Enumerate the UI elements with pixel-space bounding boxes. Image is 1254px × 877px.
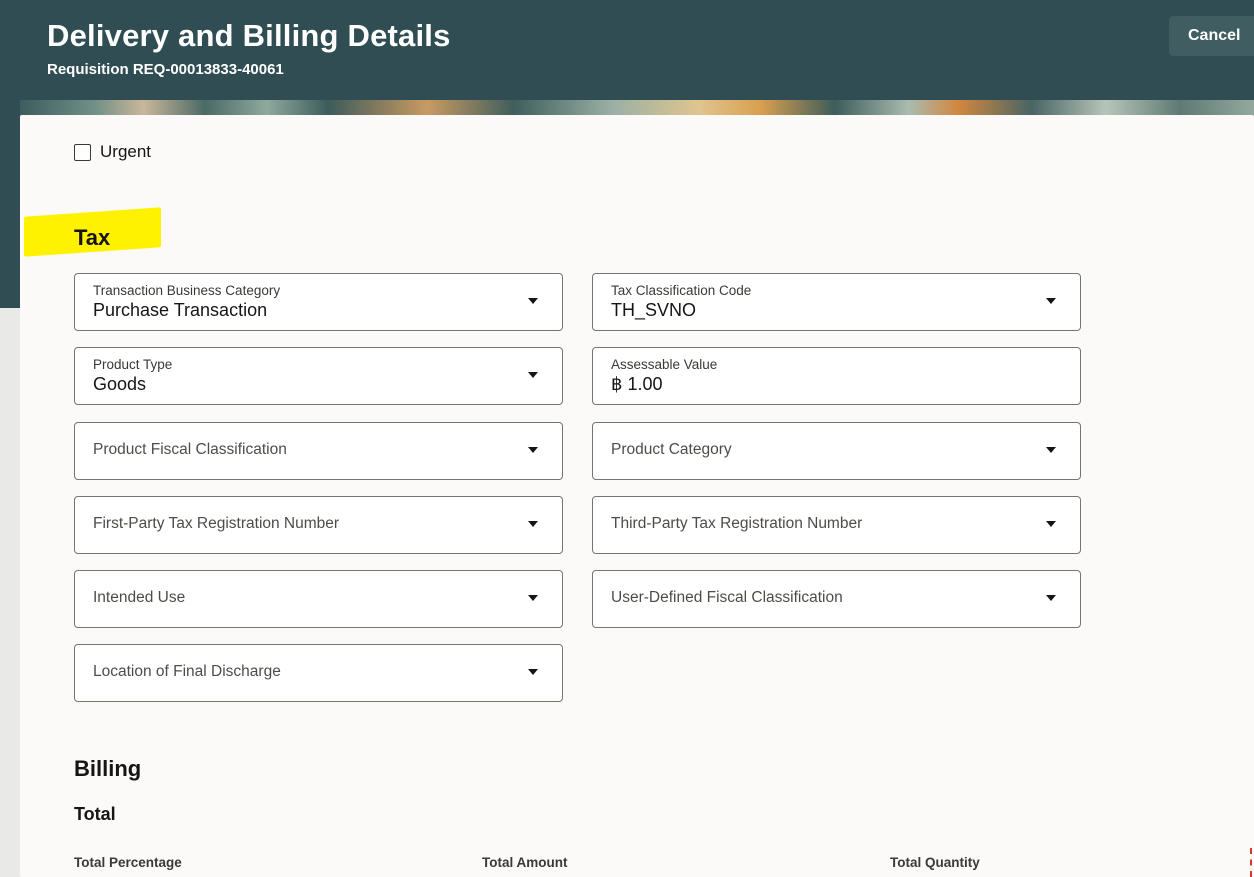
assessable-value-input[interactable]: Assessable Value ฿ 1.00	[592, 347, 1081, 405]
tax-section-title: Tax	[74, 225, 111, 250]
field-label: Location of Final Discharge	[93, 663, 281, 680]
chevron-down-icon[interactable]	[1046, 521, 1056, 527]
page-title: Delivery and Billing Details	[47, 18, 451, 53]
product-category-select[interactable]: Product Category	[592, 422, 1081, 480]
urgent-checkbox-row[interactable]: Urgent	[74, 142, 151, 162]
field-label: Product Fiscal Classification	[93, 441, 287, 458]
tax-classification-code-select[interactable]: Tax Classification Code TH_SVNO	[592, 273, 1081, 331]
product-fiscal-classification-select[interactable]: Product Fiscal Classification	[74, 422, 563, 480]
details-card: Urgent Tax Transaction Business Category…	[20, 115, 1254, 877]
field-label: Product Category	[611, 441, 732, 458]
location-of-final-discharge-select[interactable]: Location of Final Discharge	[74, 644, 563, 702]
field-label: Third-Party Tax Registration Number	[611, 515, 863, 532]
total-subsection-title: Total	[74, 804, 116, 824]
urgent-checkbox[interactable]	[74, 143, 91, 161]
billing-section-title: Billing	[74, 756, 142, 781]
field-label: Product Type	[93, 357, 173, 372]
intended-use-select[interactable]: Intended Use	[74, 570, 563, 628]
field-label: User-Defined Fiscal Classification	[611, 589, 843, 606]
total-amount-label: Total Amount	[482, 855, 568, 870]
chevron-down-icon[interactable]	[1046, 447, 1056, 453]
chevron-down-icon[interactable]	[528, 298, 538, 304]
product-type-select[interactable]: Product Type Goods	[74, 347, 563, 405]
field-value: Goods	[93, 374, 147, 394]
total-percentage-label: Total Percentage	[74, 855, 182, 870]
edge-indicator	[1250, 848, 1254, 877]
field-value: Purchase Transaction	[93, 300, 268, 320]
third-party-tax-registration-select[interactable]: Third-Party Tax Registration Number	[592, 496, 1081, 554]
chevron-down-icon[interactable]	[528, 595, 538, 601]
urgent-label: Urgent	[100, 142, 152, 161]
total-quantity-label: Total Quantity	[890, 855, 980, 870]
user-defined-fiscal-classification-select[interactable]: User-Defined Fiscal Classification	[592, 570, 1081, 628]
chevron-down-icon[interactable]	[1046, 298, 1056, 304]
chevron-down-icon[interactable]	[528, 521, 538, 527]
field-label: Assessable Value	[611, 357, 718, 372]
requisition-subtitle: Requisition REQ-00013833-40061	[47, 61, 284, 78]
field-value: ฿ 1.00	[611, 374, 663, 394]
field-label: Intended Use	[93, 589, 186, 606]
chevron-down-icon[interactable]	[528, 669, 538, 675]
transaction-business-category-select[interactable]: Transaction Business Category Purchase T…	[74, 273, 563, 331]
field-label: Transaction Business Category	[93, 283, 281, 298]
chevron-down-icon[interactable]	[1046, 595, 1056, 601]
cancel-button[interactable]: Cancel	[1169, 16, 1254, 56]
field-label: Tax Classification Code	[611, 283, 752, 298]
chevron-down-icon[interactable]	[528, 447, 538, 453]
field-value: TH_SVNO	[611, 300, 697, 320]
first-party-tax-registration-select[interactable]: First-Party Tax Registration Number	[74, 496, 563, 554]
chevron-down-icon[interactable]	[528, 372, 538, 378]
field-label: First-Party Tax Registration Number	[93, 515, 340, 532]
